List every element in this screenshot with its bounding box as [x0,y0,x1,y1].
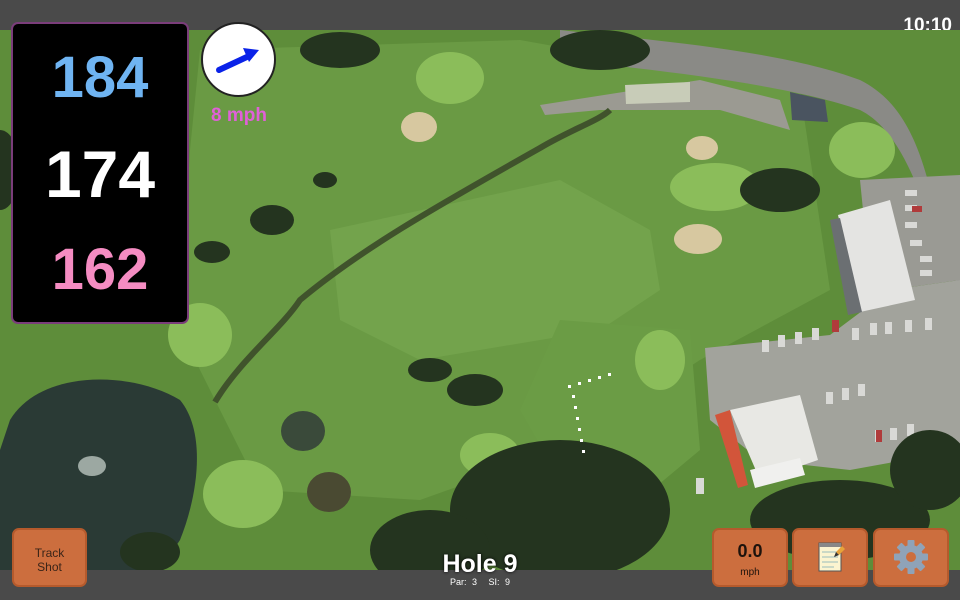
hole-details: Par: 3 SI: 9 [380,577,580,587]
speed-unit: mph [740,567,760,578]
wind-indicator [201,22,276,97]
hole-par: Par: 3 [449,577,477,587]
hole-stroke-index: SI: 9 [488,577,511,587]
speed-value: 0.0 [737,541,763,561]
wind-speed-label: 8 mph [211,105,267,126]
track-shot-button[interactable]: Track Shot [12,528,87,587]
distance-back: 184 [51,45,149,110]
speed-button[interactable]: 0.0 mph [712,528,788,587]
settings-button[interactable] [873,528,949,587]
distance-front: 162 [51,237,149,302]
track-shot-label-line2: Shot [37,560,62,574]
track-shot-label-line1: Track [34,546,65,560]
distance-middle: 174 [44,137,156,211]
wind-arrow-icon [216,48,259,73]
gear-icon [894,540,928,574]
distance-panel: 184 174 162 [11,22,189,324]
notepad-icon [818,542,845,572]
hole-title: Hole 9 [442,550,518,578]
notes-button[interactable] [792,528,868,587]
